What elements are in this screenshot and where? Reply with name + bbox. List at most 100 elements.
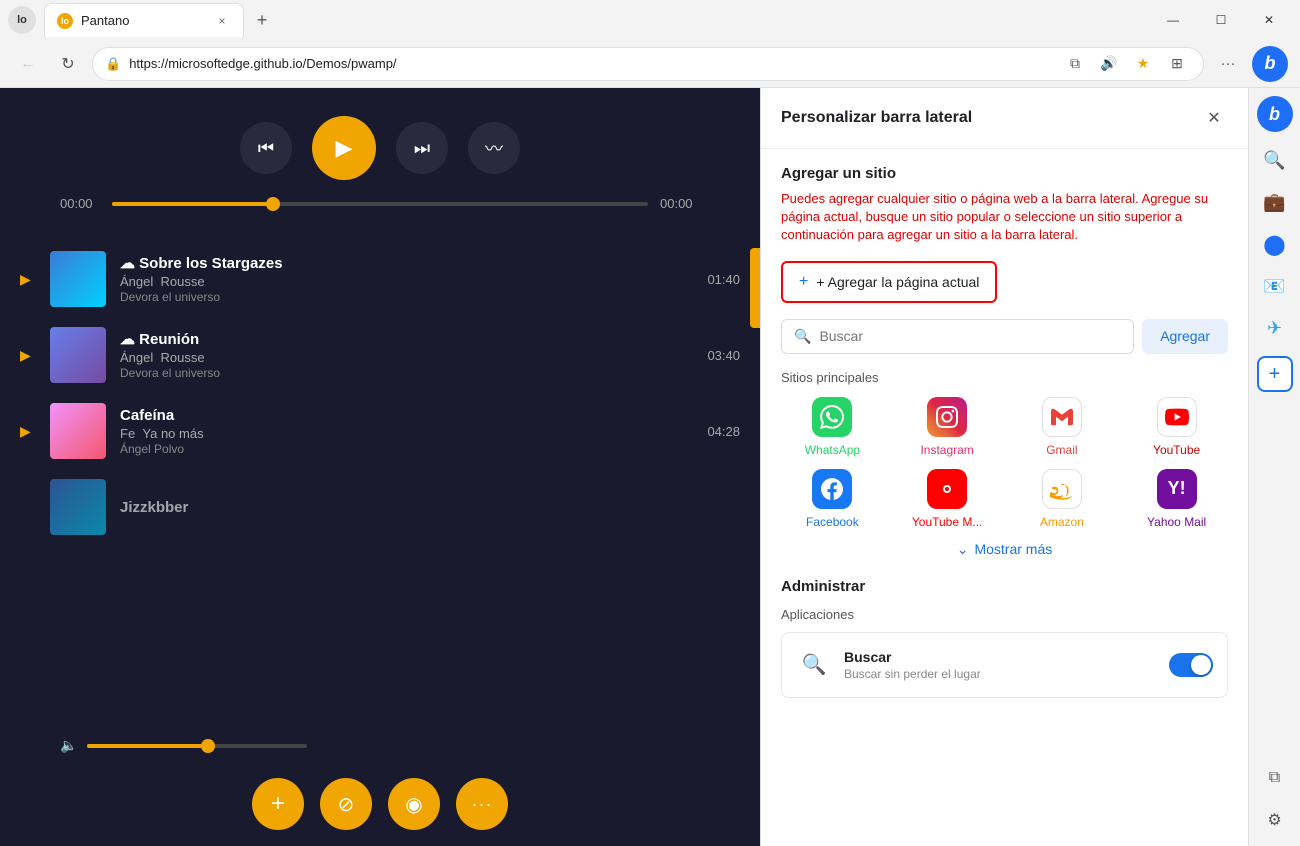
site-item-facebook[interactable]: Facebook bbox=[781, 469, 884, 529]
site-item-youtube[interactable]: YouTube bbox=[1125, 397, 1228, 457]
track-title: Cafeína bbox=[120, 407, 693, 424]
yahoo-mail-label: Yahoo Mail bbox=[1147, 515, 1206, 529]
whatsapp-icon bbox=[812, 397, 852, 437]
new-tab-button[interactable]: + bbox=[248, 6, 276, 34]
chevron-down-icon: ⌄ bbox=[957, 541, 969, 558]
site-item-whatsapp[interactable]: WhatsApp bbox=[781, 397, 884, 457]
add-current-page-button[interactable]: + + Agregar la página actual bbox=[781, 261, 997, 303]
search-row: 🔍 Agregar bbox=[781, 319, 1228, 354]
playlist-item[interactable]: ▶ ☁ Sobre los Stargazes Ángel Rousse Dev… bbox=[0, 241, 760, 317]
bing-sidebar-icon[interactable]: b bbox=[1257, 96, 1293, 132]
playlist: ▶ ☁ Sobre los Stargazes Ángel Rousse Dev… bbox=[0, 231, 760, 729]
close-button[interactable]: ✕ bbox=[1246, 4, 1292, 36]
profile-avatar[interactable]: lo bbox=[8, 6, 36, 34]
playlist-item[interactable]: ▶ Cafeína Fe Ya no más Ángel Polvo 04:28 bbox=[0, 393, 760, 469]
sites-grid: WhatsApp Instagram Gmail bbox=[781, 397, 1228, 529]
discover-sidebar-button[interactable]: ⬤ bbox=[1257, 226, 1293, 262]
gmail-label: Gmail bbox=[1046, 443, 1077, 457]
play-arrow-icon: ▶ bbox=[20, 423, 36, 440]
search-app-icon: 🔍 bbox=[796, 647, 832, 683]
volume-icon: 🔈 bbox=[60, 737, 77, 754]
site-item-yahoo-mail[interactable]: Y! Yahoo Mail bbox=[1125, 469, 1228, 529]
collections-icon[interactable]: ⊞ bbox=[1163, 50, 1191, 78]
search-icon: 🔍 bbox=[794, 328, 811, 345]
music-player: ⏮ ▶ ⏭ 〰 00:00 00:00 bbox=[0, 88, 760, 846]
tab-bar: lo Pantano × + bbox=[44, 3, 1142, 37]
settings-button[interactable]: ⚙ bbox=[1257, 802, 1293, 838]
record-button[interactable]: ◉ bbox=[388, 778, 440, 830]
next-button[interactable]: ⏭ bbox=[396, 122, 448, 174]
bottom-controls: + ⊘ ◉ ··· bbox=[0, 762, 760, 846]
add-to-sidebar-button[interactable]: + bbox=[1257, 356, 1293, 392]
url-text: https://microsoftedge.github.io/Demos/pw… bbox=[129, 56, 1053, 71]
track-duration: 01:40 bbox=[707, 272, 740, 287]
volume-track[interactable] bbox=[87, 744, 307, 748]
url-bar[interactable]: 🔒 https://microsoftedge.github.io/Demos/… bbox=[92, 47, 1204, 81]
search-input-wrap[interactable]: 🔍 bbox=[781, 319, 1134, 354]
album-art bbox=[50, 479, 106, 535]
search-toggle[interactable] bbox=[1169, 653, 1213, 677]
track-info: ☁ Reunión Ángel Rousse Devora el univers… bbox=[120, 330, 693, 380]
show-more-button[interactable]: ⌄ Mostrar más bbox=[781, 541, 1228, 558]
tab-close-button[interactable]: × bbox=[213, 12, 231, 30]
site-item-instagram[interactable]: Instagram bbox=[896, 397, 999, 457]
play-arrow-icon: ▶ bbox=[20, 271, 36, 288]
back-button[interactable]: ← bbox=[12, 48, 44, 80]
prev-button[interactable]: ⏮ bbox=[240, 122, 292, 174]
search-sidebar-button[interactable]: 🔍 bbox=[1257, 142, 1293, 178]
track-duration: 04:28 bbox=[707, 424, 740, 439]
split-screen-button[interactable]: ⧉ bbox=[1257, 760, 1293, 796]
maximize-button[interactable]: ☐ bbox=[1198, 4, 1244, 36]
browser-window: lo lo Pantano × + — ☐ ✕ ← ↻ 🔒 https://mi… bbox=[0, 0, 1300, 846]
waveform-button[interactable]: 〰 bbox=[468, 122, 520, 174]
panel-content: Agregar un sitio Puedes agregar cualquie… bbox=[761, 149, 1248, 846]
add-current-label: + Agregar la página actual bbox=[816, 274, 979, 290]
site-item-amazon[interactable]: Amazon bbox=[1011, 469, 1114, 529]
url-actions: ⧉ 🔊 ★ ⊞ bbox=[1061, 50, 1191, 78]
progress-thumb bbox=[266, 197, 280, 211]
read-aloud-icon[interactable]: 🔊 bbox=[1095, 50, 1123, 78]
active-tab[interactable]: lo Pantano × bbox=[44, 3, 244, 37]
site-item-youtube-music[interactable]: YouTube M... bbox=[896, 469, 999, 529]
play-button[interactable]: ▶ bbox=[312, 116, 376, 180]
playback-controls: ⏮ ▶ ⏭ 〰 bbox=[240, 116, 520, 180]
toolbar-icons: ··· bbox=[1212, 48, 1244, 80]
facebook-icon bbox=[812, 469, 852, 509]
minimize-button[interactable]: — bbox=[1150, 4, 1196, 36]
progress-track[interactable] bbox=[112, 202, 648, 206]
section-title: Agregar un sitio bbox=[781, 165, 1228, 182]
telegram-sidebar-button[interactable]: ✈ bbox=[1257, 310, 1293, 346]
yahoo-mail-icon: Y! bbox=[1157, 469, 1197, 509]
album-art bbox=[50, 251, 106, 307]
sites-title: Sitios principales bbox=[781, 370, 1228, 385]
youtube-label: YouTube bbox=[1153, 443, 1200, 457]
search-input[interactable] bbox=[819, 328, 1121, 344]
compass-button[interactable]: ⊘ bbox=[320, 778, 372, 830]
scroll-indicator bbox=[750, 248, 760, 328]
more-tools-button[interactable]: ··· bbox=[1212, 48, 1244, 80]
app-name: Buscar bbox=[844, 649, 1157, 665]
site-item-gmail[interactable]: Gmail bbox=[1011, 397, 1114, 457]
main-content: ⏮ ▶ ⏭ 〰 00:00 00:00 bbox=[0, 88, 1300, 846]
share-page-icon[interactable]: ⧉ bbox=[1061, 50, 1089, 78]
whatsapp-label: WhatsApp bbox=[805, 443, 860, 457]
briefcase-sidebar-button[interactable]: 💼 bbox=[1257, 184, 1293, 220]
refresh-button[interactable]: ↻ bbox=[52, 48, 84, 80]
add-button[interactable]: + bbox=[252, 778, 304, 830]
youtube-music-icon bbox=[927, 469, 967, 509]
playlist-item[interactable]: ▶ ☁ Reunión Ángel Rousse Devora el unive… bbox=[0, 317, 760, 393]
more-button[interactable]: ··· bbox=[456, 778, 508, 830]
panel-close-button[interactable]: ✕ bbox=[1200, 104, 1228, 132]
player-top: ⏮ ▶ ⏭ 〰 00:00 00:00 bbox=[0, 88, 760, 231]
track-info: Jizzkbber bbox=[120, 499, 740, 516]
window-controls-left: lo bbox=[8, 6, 36, 34]
favorites-icon[interactable]: ★ bbox=[1129, 50, 1157, 78]
plus-icon: + bbox=[799, 273, 808, 291]
add-site-button[interactable]: Agregar bbox=[1142, 319, 1228, 354]
track-title-text: ☁ Reunión bbox=[120, 330, 199, 348]
track-info: ☁ Sobre los Stargazes Ángel Rousse Devor… bbox=[120, 254, 693, 304]
playlist-item[interactable]: Jizzkbber bbox=[0, 469, 760, 545]
bing-button[interactable]: b bbox=[1252, 46, 1288, 82]
section-desc: Puedes agregar cualquier sitio o página … bbox=[781, 190, 1228, 245]
outlook-sidebar-button[interactable]: 📧 bbox=[1257, 268, 1293, 304]
